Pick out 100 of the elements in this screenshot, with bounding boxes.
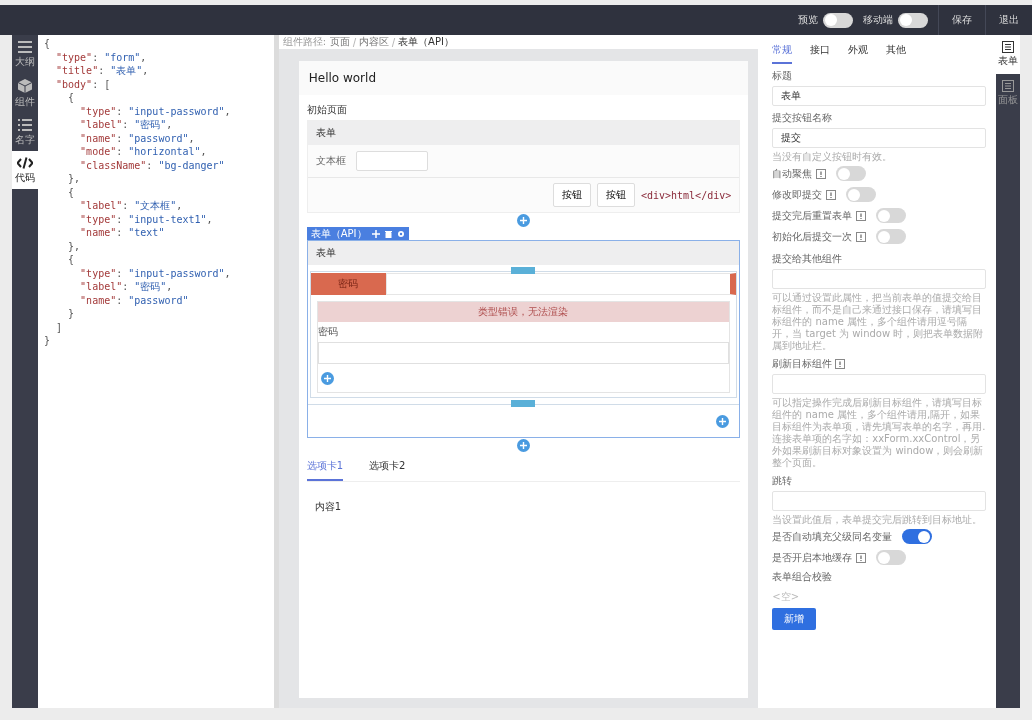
form-title: 表单 <box>315 126 336 140</box>
breadcrumb-item[interactable]: 页面 <box>330 35 351 49</box>
error-message: 类型错误，无法渲染 <box>317 302 730 322</box>
rail-tab[interactable]: 组件 <box>12 73 38 113</box>
selected-form[interactable]: 表单 密码 类型错误，无法渲染 密码 <box>306 240 741 438</box>
code-line: { <box>67 253 76 267</box>
switch-label: 初始化后提交一次 <box>772 229 853 244</box>
code-line: "type": "input-text1", <box>79 212 214 226</box>
html-snippet: <div>html</div> <box>640 189 732 201</box>
tab[interactable]: 其他 <box>886 43 907 64</box>
code-line: "body": [ <box>55 77 112 91</box>
rail-tab[interactable]: 代码 <box>12 151 38 189</box>
form-button[interactable]: 按钮 <box>552 183 591 207</box>
code-line: ] <box>55 320 64 334</box>
switch-label: 修改即提交 <box>772 187 823 202</box>
text-field[interactable] <box>355 151 428 171</box>
page-title: Hello world <box>308 71 376 85</box>
toggle-switch[interactable] <box>876 229 907 244</box>
code-editor[interactable] <box>37 35 274 708</box>
input-field[interactable]: 提交 <box>772 128 987 148</box>
add-icon[interactable] <box>716 414 730 428</box>
input-field[interactable]: 表单 <box>772 86 987 106</box>
field-label: 刷新目标组件 <box>772 357 833 371</box>
tab-content: 内容1 <box>313 500 343 514</box>
code-line: "title": "表单", <box>55 64 150 78</box>
code-icon <box>17 157 33 169</box>
tab[interactable]: 接口 <box>810 43 831 64</box>
code-line: "label": "文本框", <box>79 199 184 213</box>
info-icon[interactable] <box>856 231 867 242</box>
info-icon[interactable] <box>856 552 867 563</box>
info-icon[interactable] <box>816 168 827 179</box>
toggle-label: 预览 <box>798 13 818 27</box>
breadcrumb-item[interactable]: 内容区 <box>359 35 390 49</box>
breadcrumb-item[interactable]: 表单（API） <box>398 35 454 49</box>
field-label: 标题 <box>772 69 793 83</box>
tab[interactable]: 选项卡2 <box>369 457 406 481</box>
toggle-label: 移动端 <box>863 13 893 27</box>
toggle-switch[interactable] <box>898 12 928 28</box>
switch-label: 自动聚焦 <box>772 166 813 181</box>
input-field[interactable] <box>772 269 987 289</box>
code-line: "type": "form", <box>55 50 148 64</box>
rail-tab-label: 面板 <box>998 93 1018 107</box>
input-field[interactable] <box>772 374 987 394</box>
rail-tab-label: 代码 <box>15 171 35 185</box>
code-line: { <box>67 185 76 199</box>
rail-tab-label: 大纲 <box>15 55 35 69</box>
code-line: "label": "密码", <box>79 280 174 294</box>
form-button[interactable]: 按钮 <box>596 183 635 207</box>
tab[interactable]: 外观 <box>848 43 869 64</box>
password-field[interactable] <box>317 342 730 364</box>
add-icon[interactable] <box>517 213 530 227</box>
trash-icon[interactable] <box>384 229 392 238</box>
rail-tab[interactable]: 面板 <box>996 74 1020 113</box>
drop-zone-tag <box>511 400 536 407</box>
move-icon[interactable] <box>371 229 380 238</box>
help-text: 可以通过设置此属性，把当前表单的值提交给目标组件，而不是自己来通过接口保存，请填写目标组件的 name 属性，多个组件请用逗号隔开，当 target 为 window 时，则把表单数据附属到地址栏。 <box>772 292 985 352</box>
info-icon[interactable] <box>835 359 846 369</box>
field-label: 文本框 <box>315 154 347 168</box>
toggle-switch[interactable] <box>876 550 907 565</box>
help-text: 可以指定操作完成后刷新目标组件，请填写目标组件的 name 属性，多个组件请用,隔开，如果目标组件为表单项，请先填写表单的名字，再用.连接表单项的名字如：xxForm.xxControl，另外如果刷新目标对象设置为 window，则会刷新整个页面。 <box>772 397 987 469</box>
input-field[interactable] <box>772 491 987 511</box>
rail-tab-label: 表单 <box>998 54 1018 68</box>
add-icon[interactable] <box>517 438 530 452</box>
form-icon <box>1002 41 1014 53</box>
info-icon[interactable] <box>856 210 867 221</box>
code-line: "name": "password", <box>79 131 196 145</box>
switch-label: 提交完后重置表单 <box>772 208 853 223</box>
tab[interactable]: 常规 <box>772 43 793 64</box>
toggle-switch[interactable] <box>823 12 853 28</box>
settings-icon[interactable] <box>396 229 405 238</box>
help-text: 当设置此值后，表单提交完后跳转到目标地址。 <box>772 514 984 526</box>
code-line: }, <box>67 239 82 253</box>
field-label: 跳转 <box>772 474 793 488</box>
form-title: 表单 <box>315 246 336 260</box>
component-tag-label: 表单（API） <box>310 226 367 241</box>
menu-icon <box>18 41 32 53</box>
code-line: "type": "input-password", <box>79 104 232 118</box>
code-line: { <box>67 91 76 105</box>
code-line: } <box>67 307 76 321</box>
rail-tab-label: 名字 <box>15 133 35 147</box>
add-button[interactable]: 新增 <box>772 608 817 630</box>
toggle-switch[interactable] <box>846 187 877 202</box>
toggle-switch[interactable] <box>876 208 907 223</box>
field-label: 提交给其他组件 <box>772 252 843 266</box>
code-line: "name": "password" <box>79 293 190 307</box>
danger-field-label: 密码 <box>310 273 386 295</box>
info-icon[interactable] <box>826 189 837 200</box>
tab[interactable]: 选项卡1 <box>306 457 344 481</box>
rail-tab[interactable]: 大纲 <box>12 35 38 73</box>
toggle-switch[interactable] <box>902 529 933 544</box>
section-label: 初始页面 <box>306 103 348 117</box>
input-field[interactable] <box>385 273 737 295</box>
empty-text: <空> <box>772 590 800 604</box>
code-line: } <box>43 334 51 348</box>
breadcrumb-label: 组件路径: <box>282 35 327 49</box>
rail-tab[interactable]: 表单 <box>996 35 1020 74</box>
add-icon[interactable] <box>320 371 334 385</box>
rail-tab[interactable]: 名字 <box>12 113 38 151</box>
toggle-switch[interactable] <box>836 166 867 181</box>
switch-label: 是否开启本地缓存 <box>772 550 853 565</box>
